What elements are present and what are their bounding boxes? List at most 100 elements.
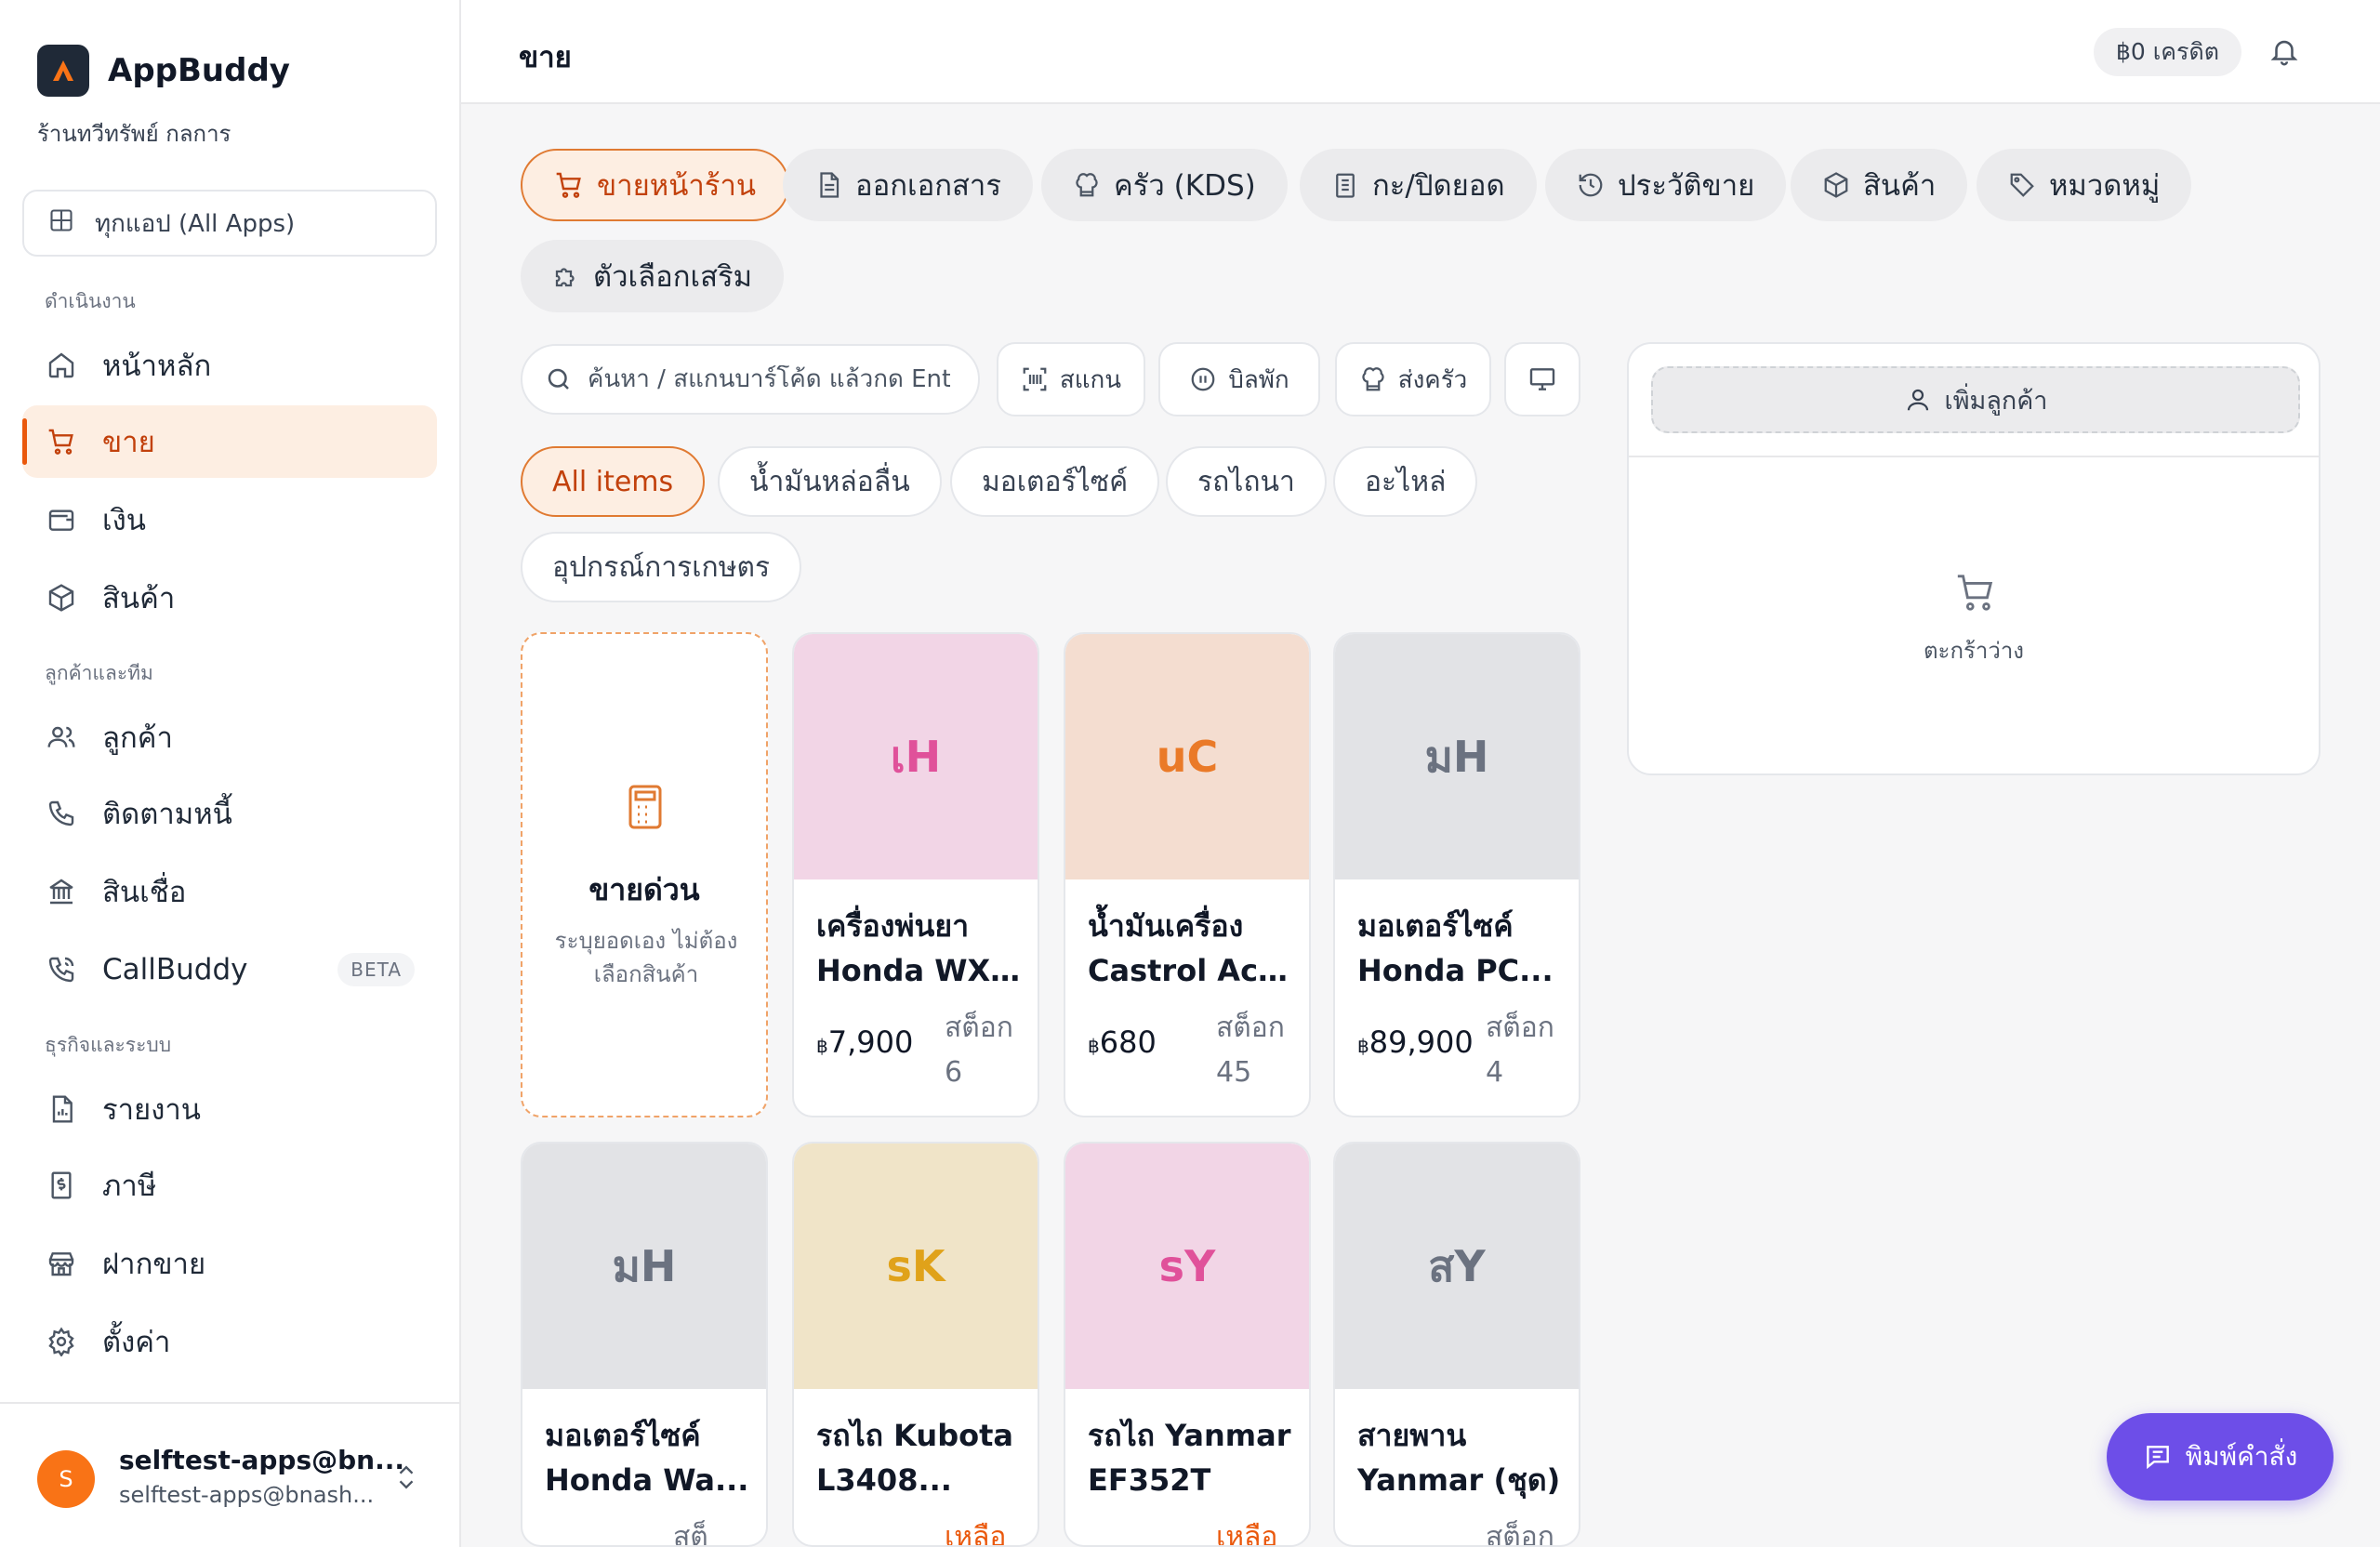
- category-tractors[interactable]: รถไถนา: [1166, 446, 1327, 517]
- all-apps-label: ทุกแอป (All Apps): [95, 209, 296, 238]
- product-name-line2: Honda WX...: [816, 953, 1023, 988]
- nav-consignment-label: ฝากขาย: [102, 1248, 206, 1281]
- tab-shift-close[interactable]: กะ/ปิดยอด: [1300, 149, 1537, 221]
- user-name: selftest-apps@bn...: [119, 1445, 405, 1475]
- hold-bill-label: บิลพัก: [1228, 365, 1289, 394]
- tab-products-label: สินค้า: [1863, 169, 1937, 203]
- product-card[interactable]: sY รถไถ Yanmar EF352T เหลือ: [1064, 1142, 1311, 1547]
- command-button-label: พิมพ์คำสั่ง: [2185, 1441, 2298, 1472]
- cart-empty-text: ตะกร้าว่าง: [1923, 638, 2025, 664]
- search-input[interactable]: [588, 365, 950, 393]
- category-parts[interactable]: อะไหล่: [1333, 446, 1478, 517]
- nav-products[interactable]: สินค้า: [22, 562, 437, 634]
- product-card[interactable]: มH มอเตอร์ไซค์ Honda PC... ฿89,900 สต็อก 4: [1333, 632, 1580, 1117]
- history-icon: [1577, 171, 1605, 199]
- nav-sell-label: ขาย: [102, 426, 155, 459]
- tab-documents[interactable]: ออกเอกสาร: [783, 149, 1033, 221]
- section-operations: ดำเนินงาน: [45, 290, 136, 312]
- product-card[interactable]: uC น้ำมันเครื่อง Castrol Act... ฿680 สต็อก 4…: [1064, 632, 1311, 1117]
- product-name: มอเตอร์ไซค์ Honda PC...: [1357, 904, 1564, 993]
- customer-display-button[interactable]: [1504, 342, 1580, 416]
- nav-home[interactable]: หน้าหลัก: [22, 329, 437, 402]
- product-card[interactable]: มH มอเตอร์ไซค์ Honda Wa... สต็: [521, 1142, 768, 1547]
- category-farm-equipment[interactable]: อุปกรณ์การเกษตร: [521, 532, 802, 602]
- product-initials: เH: [890, 731, 942, 782]
- user-icon: [1904, 386, 1932, 414]
- chef-hat-icon: [1359, 365, 1387, 393]
- nav-home-label: หน้าหลัก: [102, 350, 212, 383]
- product-initials: uC: [1156, 732, 1219, 782]
- currency-symbol: ฿: [1357, 1035, 1369, 1057]
- product-initials: sK: [886, 1241, 945, 1291]
- add-customer-button[interactable]: เพิ่มลูกค้า: [1651, 366, 2300, 433]
- tab-kitchen-kds[interactable]: ครัว (KDS): [1041, 149, 1288, 221]
- users-icon: [45, 721, 78, 754]
- send-kitchen-button[interactable]: ส่งครัว: [1335, 342, 1491, 416]
- product-card[interactable]: เH เครื่องพ่นยา Honda WX... ฿7,900 สต็อก 6: [792, 632, 1039, 1117]
- category-all-items[interactable]: All items: [521, 446, 706, 517]
- nav-debt-tracking[interactable]: ติดตามหนี้: [22, 777, 437, 850]
- product-name: น้ำมันเครื่อง Castrol Act...: [1088, 904, 1294, 993]
- nav-loans[interactable]: สินเชื่อ: [22, 855, 437, 928]
- chevron-up-down-icon: [394, 1461, 418, 1497]
- nav-settings[interactable]: ตั้งค่า: [22, 1305, 437, 1378]
- product-thumbnail: uC: [1065, 634, 1309, 879]
- product-initials: สY: [1428, 1240, 1486, 1291]
- nav-customers[interactable]: ลูกค้า: [22, 701, 437, 774]
- product-card[interactable]: สY สายพาน Yanmar (ชุด) สต็อก: [1333, 1142, 1580, 1547]
- tab-storefront-sale-label: ขายหน้าร้าน: [597, 169, 757, 203]
- hold-bill-button[interactable]: บิลพัก: [1158, 342, 1320, 416]
- search-box[interactable]: [521, 344, 980, 415]
- quick-sale-title: ขายด่วน: [588, 872, 700, 907]
- nav-callbuddy[interactable]: CallBuddy BETA: [22, 933, 437, 1006]
- category-motorcycles[interactable]: มอเตอร์ไซค์: [950, 446, 1160, 517]
- product-stock: สต็อก 4: [1486, 1012, 1554, 1089]
- command-button[interactable]: พิมพ์คำสั่ง: [2107, 1413, 2334, 1501]
- product-name-line2: Honda PC...: [1357, 953, 1554, 988]
- nav-consignment[interactable]: ฝากขาย: [22, 1227, 437, 1300]
- category-lubricants[interactable]: น้ำมันหล่อลื่น: [718, 446, 942, 517]
- user-menu[interactable]: S selftest-apps@bn... selftest-apps@bnas…: [0, 1402, 459, 1547]
- tab-kitchen-kds-label: ครัว (KDS): [1114, 169, 1256, 203]
- all-apps-button[interactable]: ทุกแอป (All Apps): [22, 190, 437, 257]
- product-stock: สต็อก 45: [1216, 1012, 1285, 1089]
- tag-icon: [2008, 171, 2036, 199]
- tab-products[interactable]: สินค้า: [1791, 149, 1968, 221]
- cart-icon: [554, 170, 584, 200]
- product-name-line1: น้ำมันเครื่อง: [1088, 908, 1244, 944]
- product-thumbnail: sY: [1065, 1144, 1309, 1389]
- gear-icon: [45, 1325, 78, 1358]
- send-kitchen-label: ส่งครัว: [1397, 365, 1468, 394]
- bell-icon[interactable]: [2268, 35, 2300, 71]
- product-price: ฿89,900: [1357, 1025, 1474, 1060]
- phone-call-icon: [45, 953, 78, 986]
- section-business-system: ธุรกิจและระบบ: [45, 1034, 172, 1056]
- nav-reports-label: รายงาน: [102, 1093, 201, 1127]
- product-card[interactable]: sK รถไถ Kubota L3408... เหลือ: [792, 1142, 1039, 1547]
- brand[interactable]: AppBuddy: [37, 45, 290, 97]
- nav-money-label: เงิน: [102, 504, 146, 537]
- tab-add-ons[interactable]: ตัวเลือกเสริม: [521, 240, 785, 312]
- nav-customers-label: ลูกค้า: [102, 721, 173, 755]
- product-name-line2: EF352T: [1088, 1462, 1211, 1498]
- scan-button[interactable]: สแกน: [997, 342, 1145, 416]
- tab-storefront-sale[interactable]: ขายหน้าร้าน: [521, 149, 790, 221]
- nav-reports[interactable]: รายงาน: [22, 1073, 437, 1145]
- nav-tax[interactable]: ภาษี: [22, 1149, 437, 1222]
- tax-icon: [45, 1169, 78, 1202]
- nav-money[interactable]: เงิน: [22, 483, 437, 556]
- tab-categories[interactable]: หมวดหมู่: [1977, 149, 2192, 221]
- product-initials: มH: [1424, 731, 1489, 782]
- product-stock: สต็อก 6: [945, 1012, 1013, 1089]
- credit-badge[interactable]: ฿0 เครดิต: [2094, 28, 2241, 76]
- product-name: รถไถ Kubota L3408...: [816, 1413, 1023, 1502]
- nav-products-label: สินค้า: [102, 582, 176, 615]
- product-thumbnail: มH: [522, 1144, 766, 1389]
- product-name-line1: รถไถ Yanmar: [1088, 1418, 1291, 1453]
- user-email: selftest-apps@bnash...: [119, 1482, 375, 1508]
- nav-settings-label: ตั้งค่า: [102, 1326, 171, 1359]
- nav-sell[interactable]: ขาย: [22, 405, 437, 478]
- quick-sale-card[interactable]: ขายด่วน ระบุยอดเอง ไม่ต้องเลือกสินค้า: [521, 632, 768, 1117]
- empty-cart-icon: [1954, 571, 1997, 617]
- tab-sales-history[interactable]: ประวัติขาย: [1545, 149, 1787, 221]
